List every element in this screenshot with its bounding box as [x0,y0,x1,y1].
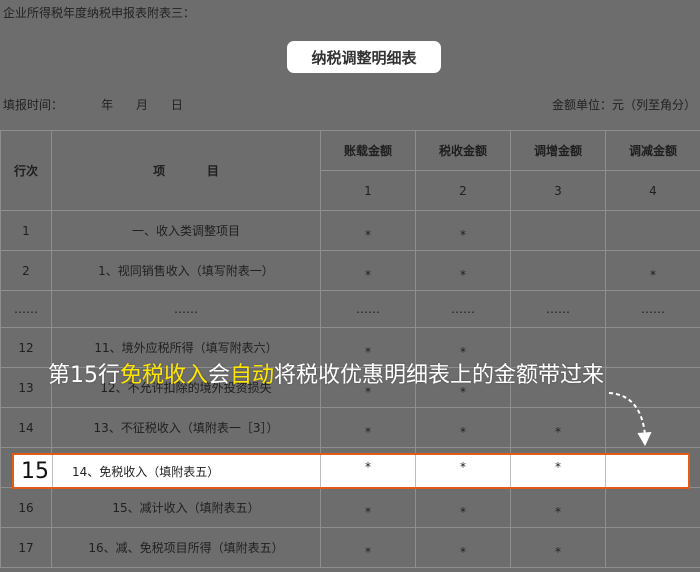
row-cell: …… [510,290,606,328]
row-cell[interactable]: * [416,455,510,492]
table-row: 14 13、不征税收入（填附表一［3］） * * * [0,407,700,448]
header-increase-amount: 调增金额 [510,130,606,171]
header-tax-amount: 税收金额 [415,130,511,171]
row-item: …… [51,290,321,328]
row-item: 15、减计收入（填附表五） [51,487,321,528]
row-cell[interactable]: * [321,455,415,492]
row-cell: …… [605,290,700,328]
row-number: 14 [0,407,52,448]
row-cell: …… [415,290,511,328]
row-number: 12 [0,327,52,368]
row-item: 13、不征税收入（填附表一［3］） [51,407,321,448]
report-time-label: 填报时间： 年 月 日 [3,98,183,112]
row-cell[interactable]: * [415,210,511,251]
row-item: 一、收入类调整项目 [51,210,321,251]
row-cell[interactable]: * [510,527,606,568]
form-caption: 企业所得税年度纳税申报表附表三： [3,6,196,20]
row-cell[interactable] [605,210,700,251]
row-number: 1 [0,210,52,251]
header-decrease-amount: 调减金额 [605,130,700,171]
row-cell[interactable]: * [510,407,606,448]
row-cell[interactable] [605,527,700,568]
row-cell: …… [320,290,416,328]
row-cell[interactable]: * [320,250,416,291]
row-cell[interactable]: * [511,455,605,492]
table-row: 17 16、减、免税项目所得（填附表五） * * * [0,527,700,568]
dashed-curved-arrow-icon [608,392,652,447]
row-cell[interactable]: * [415,487,511,528]
row-cell[interactable]: * [320,407,416,448]
table-row: 1 一、收入类调整项目 * * [0,210,700,251]
tax-exempt-decrease-cell[interactable] [606,455,688,487]
row-cell[interactable]: * [415,250,511,291]
row-cell[interactable] [510,250,606,291]
annotation-text: 第15行免税收入会自动将税收优惠明细表上的金额带过来 [48,363,605,388]
row-cell[interactable] [510,210,606,251]
highlighted-row-tax-exempt-income[interactable]: 15 14、免税收入（填附表五） * * * [12,453,690,489]
table-row: 2 1、视同销售收入（填写附表一） * * * [0,250,700,291]
row-item: 16、减、免税项目所得（填附表五） [51,527,321,568]
row-item: 14、免税收入（填附表五） [72,464,220,479]
header-col-number: 3 [510,170,606,211]
row-item: 1、视同销售收入（填写附表一） [51,250,321,291]
row-number: 16 [0,487,52,528]
tax-adjustment-table: 行次 项 目 账载金额 税收金额 调增金额 调减金额 1 2 3 4 1 一、收… [0,130,700,568]
row-cell[interactable]: * [510,487,606,528]
header-col-number: 2 [415,170,511,211]
header-item: 项 目 [51,130,321,211]
row-number: 2 [0,250,52,291]
row-number: 17 [0,527,52,568]
table-row: …… …… …… …… …… …… [0,290,700,328]
row-number: 13 [0,367,52,408]
row-number: 15 [21,458,49,484]
row-cell[interactable] [605,327,700,368]
form-title: 纳税调整明细表 [287,41,441,73]
header-book-amount: 账载金额 [320,130,416,171]
header-col-number: 4 [605,170,700,211]
row-cell[interactable]: * [320,527,416,568]
row-cell[interactable]: * [320,487,416,528]
row-cell[interactable]: * [605,250,700,291]
row-number: …… [0,290,52,328]
header-col-number: 1 [320,170,416,211]
header-row-no: 行次 [0,130,52,211]
row-cell[interactable]: * [415,407,511,448]
row-cell[interactable]: * [320,210,416,251]
table-row: 16 15、减计收入（填附表五） * * * [0,487,700,528]
row-cell[interactable] [605,487,700,528]
row-cell[interactable]: * [415,527,511,568]
amount-unit-label: 金额单位：元（列至角分） [551,98,696,112]
